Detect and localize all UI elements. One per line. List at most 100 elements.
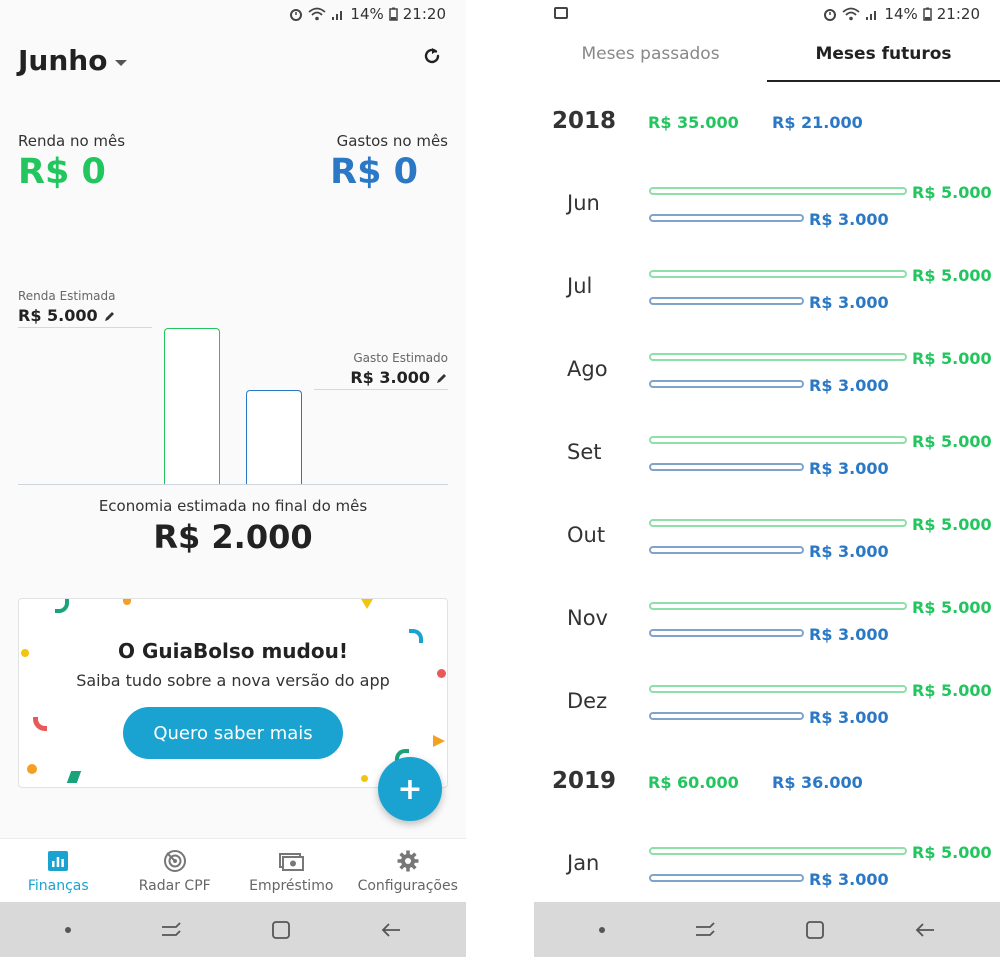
system-navigation-bar	[0, 902, 466, 957]
month-selector[interactable]: Junho	[18, 44, 128, 77]
clock: 21:20	[936, 5, 980, 23]
refresh-icon[interactable]	[420, 44, 444, 68]
expense-amount: R$ 3.000	[809, 459, 889, 478]
income-bar	[649, 602, 907, 610]
nav-label: Empréstimo	[249, 878, 334, 894]
money-icon	[279, 853, 305, 871]
month-name: Ago	[567, 357, 608, 381]
estimated-income-bar	[164, 328, 220, 485]
battery-icon	[923, 7, 932, 21]
tab-past-months[interactable]: Meses passados	[534, 30, 767, 82]
system-navigation-bar	[534, 902, 1000, 957]
clock: 21:20	[402, 5, 446, 23]
recents-icon[interactable]	[160, 921, 182, 938]
estimated-expense-bar	[246, 390, 302, 485]
income-bar	[649, 270, 907, 278]
expense-bar	[649, 297, 804, 305]
year-income: R$ 60.000	[648, 773, 739, 792]
signal-icon	[866, 11, 877, 20]
month-name: Jan	[567, 851, 600, 875]
year-label: 2019	[552, 768, 617, 794]
expense-bar	[649, 712, 804, 720]
year-summary-2019: 2019 R$ 60.000 R$ 36.000	[534, 768, 1000, 808]
nav-label: Finanças	[27, 878, 89, 894]
period-tabs: Meses passados Meses futuros	[534, 30, 1000, 82]
month-row[interactable]: Nov R$ 5.000 R$ 3.000	[534, 598, 1000, 658]
expense-value: R$ 0	[330, 152, 418, 192]
bottom-navigation: Finanças Radar CPF Empréstimo Configuraç…	[0, 838, 466, 902]
month-row[interactable]: Jan R$ 5.000 R$ 3.000	[534, 843, 1000, 903]
signal-icon	[332, 11, 343, 20]
home-icon[interactable]	[271, 920, 291, 940]
chart-baseline	[18, 484, 448, 485]
income-bar	[649, 187, 907, 195]
battery-percent: 14%	[884, 5, 918, 23]
month-name: Set	[567, 440, 602, 464]
expense-amount: R$ 3.000	[809, 625, 889, 644]
savings-value: R$ 2.000	[153, 518, 313, 556]
nav-item-radar-cpf[interactable]: Radar CPF	[117, 839, 234, 902]
battery-icon	[389, 7, 398, 21]
income-bar	[649, 519, 907, 527]
recents-icon[interactable]	[694, 921, 716, 938]
promo-card: O GuiaBolso mudou! Saiba tudo sobre a no…	[18, 598, 448, 788]
back-icon[interactable]	[380, 922, 402, 938]
month-row[interactable]: Jun R$ 5.000 R$ 3.000	[534, 183, 1000, 243]
year-expense: R$ 36.000	[772, 773, 863, 792]
image-notification-icon	[554, 7, 568, 19]
alarm-icon	[290, 9, 303, 21]
expense-amount: R$ 3.000	[809, 293, 889, 312]
home-icon[interactable]	[805, 920, 825, 940]
alarm-icon	[824, 9, 837, 21]
status-bar: 14% 21:20	[0, 0, 466, 30]
expense-bar	[649, 546, 804, 554]
month-name: Dez	[567, 689, 608, 713]
add-button[interactable]: +	[378, 757, 442, 821]
expense-amount: R$ 3.000	[809, 210, 889, 229]
dot-icon[interactable]	[64, 926, 71, 933]
confetti-decoration	[361, 599, 373, 609]
month-name: Jul	[567, 274, 593, 298]
learn-more-button[interactable]: Quero saber mais	[123, 707, 343, 759]
month-name: Nov	[567, 606, 608, 630]
radar-icon	[163, 850, 186, 872]
gear-icon	[397, 850, 419, 872]
income-amount: R$ 5.000	[912, 681, 992, 700]
nav-item-emprestimo[interactable]: Empréstimo	[233, 839, 350, 902]
year-expense: R$ 21.000	[772, 113, 863, 132]
left-phone-screen: 14% 21:20 Junho Renda no mês R$ 0 Gastos…	[0, 0, 466, 957]
expense-amount: R$ 3.000	[809, 542, 889, 561]
month-row[interactable]: Jul R$ 5.000 R$ 3.000	[534, 266, 1000, 326]
confetti-decoration	[33, 717, 47, 731]
month-row[interactable]: Out R$ 5.000 R$ 3.000	[534, 515, 1000, 575]
status-bar: 14% 21:20	[534, 0, 1000, 30]
income-bar	[649, 436, 907, 444]
income-amount: R$ 5.000	[912, 598, 992, 617]
wifi-icon	[842, 7, 861, 21]
confetti-decoration	[27, 764, 37, 774]
month-row[interactable]: Ago R$ 5.000 R$ 3.000	[534, 349, 1000, 409]
back-icon[interactable]	[914, 922, 936, 938]
nav-item-configuracoes[interactable]: Configurações	[350, 839, 467, 902]
chevron-down-icon	[115, 59, 128, 66]
nav-label: Configurações	[357, 878, 458, 894]
confetti-decoration	[123, 599, 131, 605]
expense-amount: R$ 3.000	[809, 708, 889, 727]
battery-percent: 14%	[350, 5, 384, 23]
dot-icon[interactable]	[598, 926, 605, 933]
tab-future-months[interactable]: Meses futuros	[767, 30, 1000, 82]
expense-bar	[649, 380, 804, 388]
income-amount: R$ 5.000	[912, 349, 992, 368]
month-name: Jun	[567, 191, 600, 215]
expense-label: Gastos no mês	[336, 132, 448, 150]
income-bar	[649, 685, 907, 693]
month-title: Junho	[18, 44, 108, 77]
confetti-decoration	[55, 599, 69, 613]
promo-title: O GuiaBolso mudou!	[118, 639, 348, 663]
month-row[interactable]: Set R$ 5.000 R$ 3.000	[534, 432, 1000, 492]
month-row[interactable]: Dez R$ 5.000 R$ 3.000	[534, 681, 1000, 741]
nav-item-financas[interactable]: Finanças	[0, 839, 117, 902]
income-amount: R$ 5.000	[912, 843, 992, 862]
chart-icon	[48, 851, 69, 871]
savings-label: Economia estimada no final do mês	[98, 497, 368, 515]
